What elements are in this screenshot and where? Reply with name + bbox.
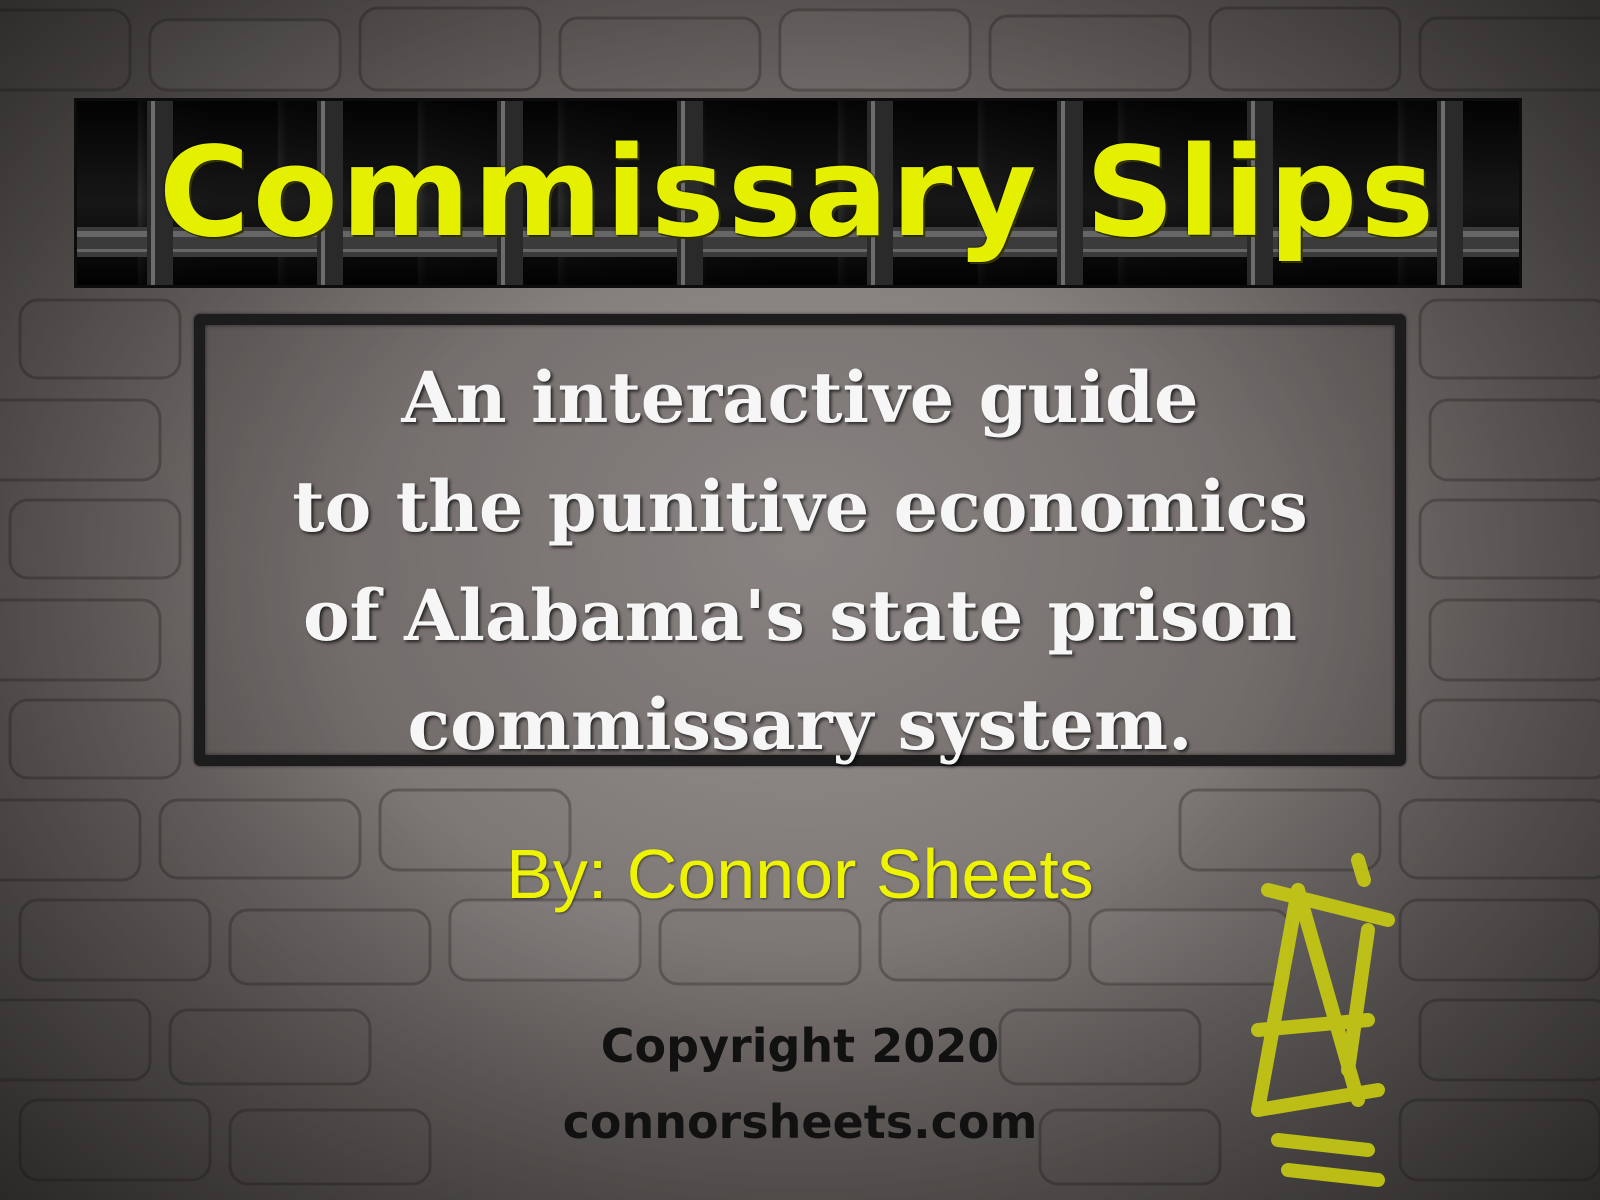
subtitle: An interactive guide to the punitive eco… — [205, 343, 1395, 779]
subtitle-frame: An interactive guide to the punitive eco… — [194, 314, 1406, 766]
subtitle-line: of Alabama's state prison — [302, 574, 1298, 657]
subtitle-line: to the punitive economics — [292, 465, 1308, 548]
subtitle-line: commissary system. — [407, 683, 1193, 766]
title-screen: Commissary Slips An interactive guide to… — [0, 0, 1600, 1200]
title-banner: Commissary Slips — [74, 98, 1522, 288]
graffiti-tag-icon — [1251, 853, 1395, 1187]
game-title: Commissary Slips — [158, 121, 1438, 265]
subtitle-line: An interactive guide — [401, 356, 1199, 439]
